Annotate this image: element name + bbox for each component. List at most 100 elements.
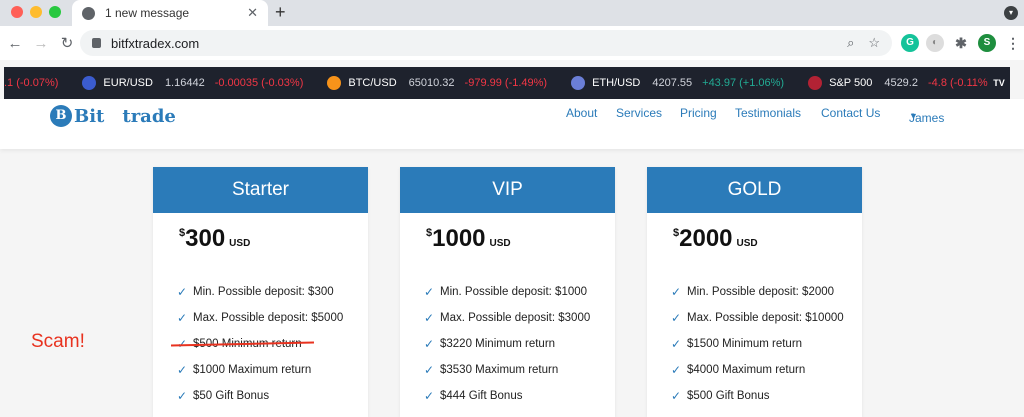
ticker-symbol: EUR/USD [103, 77, 153, 89]
feature-text: Max. Possible deposit: $10000 [687, 312, 844, 324]
ticker-item[interactable]: ETH/USD 4207.55 +43.97 (+1.06%) [571, 76, 784, 90]
bookmark-star-icon[interactable]: ☆ [868, 35, 880, 51]
ticker-change: -0.00035 (-0.03%) [214, 77, 304, 89]
feature-item: ✓ $3530 Maximum return [424, 357, 615, 383]
check-icon: ✓ [671, 363, 682, 377]
globe-icon [82, 6, 95, 20]
feature-item: ✓ $4000 Maximum return [671, 357, 862, 383]
site-logo[interactable]: B Bit trade [50, 105, 176, 127]
plan-title: GOLD [647, 167, 862, 213]
ticker-price: 1.16442 [164, 77, 205, 89]
feature-item: ✓ $444 Gift Bonus [424, 383, 615, 409]
plan-price: $300 USD [179, 225, 368, 253]
lock-icon [92, 38, 101, 48]
coin-icon: B [50, 105, 72, 127]
grammarly-icon[interactable]: G [901, 34, 919, 52]
price-unit: USD [489, 238, 511, 249]
ticker-change: -979.99 (-1.49%) [464, 77, 548, 89]
feature-list: ✓ Min. Possible deposit: $2000 ✓ Max. Poss… [671, 279, 862, 409]
site-header: B Bit trade About Services Pricing Testi… [0, 99, 1024, 149]
feature-text: $1000 Maximum return [193, 364, 312, 376]
browser-tab[interactable]: 1 new message ✕ [72, 0, 268, 26]
feature-item: ✓ Max. Possible deposit: $5000 [177, 305, 368, 331]
tradingview-logo[interactable]: TV [988, 67, 1010, 99]
feature-item: ✓ Min. Possible deposit: $300 [177, 279, 368, 305]
ethereum-icon [571, 76, 586, 90]
ticker-symbol: S&P 500 [829, 77, 873, 89]
feature-item: ✓ $3220 Minimum return [424, 331, 615, 357]
check-icon: ✓ [424, 285, 435, 299]
check-icon: ✓ [424, 311, 435, 325]
feature-text: Min. Possible deposit: $2000 [687, 286, 835, 298]
price-ticker: .1 (-0.07%) EUR/USD 1.16442 -0.00035 (-0.03… [4, 67, 1010, 99]
feature-text: $444 Gift Bonus [440, 390, 523, 402]
puzzle-icon[interactable]: ✱ [952, 34, 970, 52]
new-tab-button[interactable]: + [275, 2, 286, 23]
feature-item: ✓ Min. Possible deposit: $2000 [671, 279, 862, 305]
nav-about[interactable]: About [566, 106, 597, 120]
feature-item: ✓ Max. Possible deposit: $3000 [424, 305, 615, 331]
currency-symbol: $ [179, 227, 186, 239]
ticker-symbol: ETH/USD [592, 77, 641, 89]
plan-card-starter: Starter $300 USD ✓ Min. Possible deposit: … [153, 167, 368, 417]
back-icon[interactable]: ← [4, 35, 26, 52]
check-icon: ✓ [424, 337, 435, 351]
minimize-window-button[interactable] [30, 6, 42, 18]
nav-contact-us[interactable]: Contact Us [821, 106, 880, 120]
browser-toolbar: ← → ↻ bitfxtradex.com ⌕ ☆ G ◐ ✱ S ⋮ [0, 26, 1024, 60]
plan-card-vip: VIP $1000 USD ✓ Min. Possible deposit: $10… [400, 167, 615, 417]
extension-icon[interactable]: ◐ [926, 34, 944, 52]
feature-text: $3220 Minimum return [440, 338, 556, 350]
eu-us-flag-icon [82, 76, 97, 90]
address-bar[interactable]: bitfxtradex.com ⌕ ☆ [80, 30, 892, 56]
check-icon: ✓ [671, 311, 682, 325]
feature-list: ✓ Min. Possible deposit: $1000 ✓ Max. Poss… [424, 279, 615, 409]
reload-icon[interactable]: ↻ [56, 34, 78, 52]
url-text: bitfxtradex.com [111, 35, 200, 51]
ticker-change: .1 (-0.07%) [4, 77, 59, 89]
plan-card-gold: GOLD $2000 USD ✓ Min. Possible deposit: $2… [647, 167, 862, 417]
nav-testimonials[interactable]: Testimonials [735, 106, 801, 120]
plan-price: $1000 USD [426, 225, 615, 253]
ticker-item[interactable]: .1 (-0.07%) [4, 77, 58, 89]
nav-services[interactable]: Services [616, 106, 662, 120]
chevron-down-icon[interactable]: ▾ [1004, 6, 1018, 20]
window-controls [11, 6, 61, 18]
menu-dots-icon[interactable]: ⋮ [1004, 34, 1022, 52]
browser-chrome: 1 new message ✕ + ▾ ← → ↻ bitfxtradex.co… [0, 0, 1024, 60]
profile-avatar[interactable]: S [978, 34, 996, 52]
check-icon: ✓ [671, 389, 682, 403]
ticker-item[interactable]: BTC/USD 65010.32 -979.99 (-1.49%) [327, 76, 547, 90]
feature-text: Max. Possible deposit: $3000 [440, 312, 591, 324]
tab-close-icon[interactable]: ✕ [247, 5, 258, 21]
logo-text-left: Bit [74, 105, 105, 127]
check-icon: ✓ [177, 389, 188, 403]
ticker-price: 4207.55 [652, 77, 693, 89]
plan-price: $2000 USD [673, 225, 862, 253]
check-icon: ✓ [177, 311, 188, 325]
ticker-item[interactable]: S&P 500 4529.2 -4.8 (-0.11%) [808, 76, 991, 90]
forward-icon[interactable]: → [30, 35, 52, 52]
check-icon: ✓ [671, 337, 682, 351]
zoom-icon[interactable]: ⌕ [847, 35, 854, 51]
tab-title: 1 new message [105, 6, 190, 20]
feature-text: Min. Possible deposit: $1000 [440, 286, 588, 298]
feature-text: $50 Gift Bonus [193, 390, 270, 402]
price-amount: 300 [185, 225, 226, 252]
ticker-item[interactable]: EUR/USD 1.16442 -0.00035 (-0.03%) [82, 76, 303, 90]
scam-annotation: Scam! [31, 331, 85, 352]
nav-pricing[interactable]: Pricing [680, 106, 717, 120]
ticker-price: 65010.32 [408, 77, 455, 89]
feature-text: Max. Possible deposit: $5000 [193, 312, 344, 324]
maximize-window-button[interactable] [49, 6, 61, 18]
close-window-button[interactable] [11, 6, 23, 18]
feature-item: ✓ Max. Possible deposit: $10000 [671, 305, 862, 331]
check-icon: ✓ [424, 389, 435, 403]
feature-text: $3530 Maximum return [440, 364, 559, 376]
feature-item: ✓ $500 Gift Bonus [671, 383, 862, 409]
caret-down-icon: ▼ [909, 111, 918, 121]
ticker-change: +43.97 (+1.06%) [702, 77, 785, 89]
feature-item: ✓ Min. Possible deposit: $1000 [424, 279, 615, 305]
currency-symbol: $ [673, 227, 680, 239]
check-icon: ✓ [671, 285, 682, 299]
